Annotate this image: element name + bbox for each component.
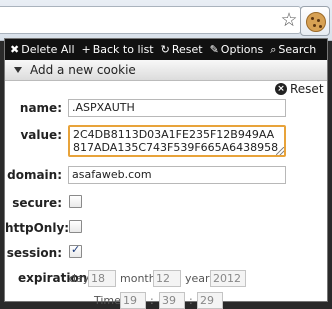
secure-checkbox[interactable]: [69, 195, 82, 208]
session-checkbox[interactable]: [69, 243, 82, 258]
search-icon: ⌕: [270, 43, 277, 56]
browser-toolbar: ☆: [0, 0, 332, 41]
options-button[interactable]: ✎ Options: [210, 43, 264, 56]
name-label: name:: [19, 101, 62, 115]
reset-button[interactable]: ↻ Reset: [161, 43, 203, 56]
day-field[interactable]: 18: [88, 270, 116, 287]
section-title: Add a new cookie: [30, 63, 136, 77]
httponly-checkbox[interactable]: [69, 220, 82, 233]
close-icon: ✖: [10, 43, 20, 56]
value-label: value:: [20, 128, 62, 142]
cookie-icon: [306, 12, 326, 32]
domain-field[interactable]: asafaweb.com: [68, 166, 286, 184]
plus-icon: +: [81, 43, 91, 56]
second-field[interactable]: 29: [197, 292, 223, 309]
delete-all-label: Delete All: [21, 43, 75, 56]
refresh-icon: ↻: [160, 43, 170, 56]
cookie-editor-popup: ✖ Delete All + Back to list ↻ Reset ✎ Op…: [4, 38, 328, 309]
resize-handle-icon[interactable]: [276, 147, 284, 155]
domain-label: domain:: [7, 168, 62, 182]
time-separator-2: :: [189, 294, 193, 307]
wrench-icon: ✎: [209, 43, 219, 56]
name-field[interactable]: .ASPXAUTH: [68, 99, 286, 117]
delete-all-button[interactable]: ✖ Delete All: [10, 43, 75, 56]
time-separator-1: :: [150, 294, 154, 307]
popup-toolbar: ✖ Delete All + Back to list ↻ Reset ✎ Op…: [5, 39, 327, 60]
time-label: Time: [94, 294, 121, 307]
cookie-extension-button[interactable]: [300, 6, 330, 36]
hour-field[interactable]: 19: [120, 292, 146, 309]
address-bar[interactable]: [0, 6, 301, 34]
cookie-form: × Reset name: .ASPXAUTH value: 2C4DB8113…: [5, 81, 327, 309]
triangle-down-icon: [14, 67, 22, 73]
secure-label: secure:: [12, 196, 62, 210]
star-icon[interactable]: ☆: [278, 9, 300, 31]
close-circle-icon: ×: [275, 83, 287, 95]
form-reset-label: Reset: [290, 82, 324, 96]
back-to-list-label: Back to list: [92, 43, 154, 56]
form-reset-button[interactable]: × Reset: [275, 81, 324, 97]
year-label: year: [185, 272, 210, 285]
value-field[interactable]: 2C4DB8113D03A1FE235F12B949AA817ADA135C74…: [68, 125, 286, 157]
add-cookie-header[interactable]: Add a new cookie: [5, 60, 327, 81]
search-button[interactable]: ⌕ Search: [270, 43, 316, 56]
day-label: day: [69, 272, 90, 285]
options-label: Options: [220, 43, 264, 56]
reset-label: Reset: [171, 43, 203, 56]
session-label: session:: [6, 246, 62, 260]
httponly-label: httpOnly:: [5, 221, 70, 235]
minute-field[interactable]: 39: [159, 292, 185, 309]
month-field[interactable]: 12: [153, 270, 181, 287]
year-field[interactable]: 2012: [210, 270, 246, 287]
back-to-list-button[interactable]: + Back to list: [82, 43, 154, 56]
month-label: month: [120, 272, 156, 285]
search-label: Search: [278, 43, 317, 56]
